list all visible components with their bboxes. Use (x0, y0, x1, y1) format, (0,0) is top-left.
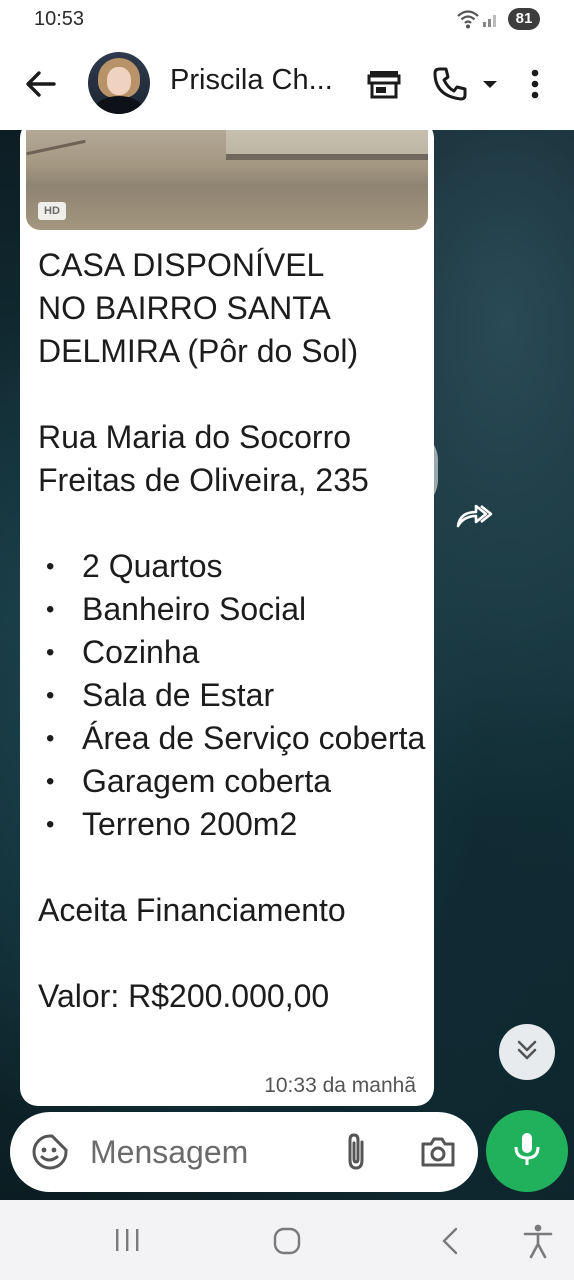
recents-icon[interactable] (112, 1226, 142, 1254)
message-composer[interactable]: Mensagem (10, 1112, 478, 1192)
contact-name[interactable]: Priscila Ch... (170, 64, 350, 100)
double-chevron-down-icon (514, 1037, 540, 1068)
status-time: 10:53 (34, 8, 85, 30)
address-line: Freitas de Oliveira, 235 (38, 462, 369, 498)
scroll-down-button[interactable] (499, 1024, 555, 1080)
avatar-shoulder (94, 96, 144, 114)
status-bar: 10:53 81 (0, 0, 574, 40)
message-input[interactable]: Mensagem (90, 1134, 248, 1171)
financing-text: Aceita Financiamento (38, 892, 346, 928)
mic-button[interactable] (486, 1110, 568, 1192)
chat-header: Priscila Ch... (0, 40, 574, 130)
features-list: • 2 Quartos • Banheiro Social • Cozinha • Sa… (38, 545, 428, 846)
list-item: • Garagem coberta (46, 763, 332, 799)
camera-icon[interactable] (418, 1132, 458, 1172)
list-item: • Sala de Estar (46, 677, 275, 713)
message-text: CASA DISPONÍVEL NO BAIRRO SANTA DELMIRA … (38, 244, 428, 1018)
title-line: CASA DISPONÍVEL (38, 247, 325, 283)
title-line: DELMIRA (Pôr do Sol) (38, 333, 359, 369)
message-bubble[interactable]: HD CASA DISPONÍVEL NO BAIRRO SANTA DELMI… (20, 130, 434, 1106)
back-arrow-icon[interactable] (20, 64, 60, 104)
sticker-icon[interactable] (30, 1132, 70, 1172)
mic-icon (512, 1131, 542, 1172)
title-line: NO BAIRRO SANTA (38, 290, 331, 326)
list-item: • 2 Quartos (46, 548, 223, 584)
home-icon[interactable] (272, 1226, 302, 1256)
back-icon[interactable] (438, 1226, 462, 1256)
feature-text: Banheiro Social (82, 591, 307, 627)
address-line: Rua Maria do Socorro (38, 419, 352, 455)
wifi-icon (456, 8, 480, 35)
avatar-face (107, 67, 131, 95)
avatar[interactable] (88, 52, 150, 114)
feature-text: 2 Quartos (82, 548, 223, 584)
hd-badge: HD (38, 202, 66, 220)
feature-text: Garagem coberta (82, 763, 332, 799)
list-item: • Banheiro Social (46, 591, 307, 627)
feature-text: Terreno 200m2 (82, 806, 298, 842)
feature-text: Área de Serviço coberta (82, 720, 426, 756)
signal-icon (482, 10, 500, 33)
feature-text: Cozinha (82, 634, 200, 670)
image-slab (226, 130, 428, 160)
message-image[interactable]: HD (26, 130, 428, 230)
attach-icon[interactable] (338, 1132, 374, 1172)
image-crack (26, 139, 86, 156)
system-nav-bar (0, 1200, 574, 1280)
store-icon[interactable] (364, 64, 404, 104)
accessibility-icon[interactable] (520, 1222, 556, 1260)
phone-icon[interactable] (430, 64, 470, 104)
forward-icon[interactable] (454, 500, 494, 530)
price-text: Valor: R$200.000,00 (38, 978, 330, 1014)
chevron-down-icon[interactable] (478, 72, 502, 96)
list-item: • Cozinha (46, 634, 200, 670)
message-timestamp: 10:33 da manhã (264, 1074, 416, 1097)
chat-area[interactable]: HD CASA DISPONÍVEL NO BAIRRO SANTA DELMI… (0, 130, 574, 1200)
battery-icon: 81 (508, 8, 540, 30)
list-item: • Terreno 200m2 (46, 806, 298, 842)
feature-text: Sala de Estar (82, 677, 275, 713)
more-vertical-icon[interactable] (520, 64, 550, 104)
list-item: • Área de Serviço coberta (46, 720, 426, 756)
